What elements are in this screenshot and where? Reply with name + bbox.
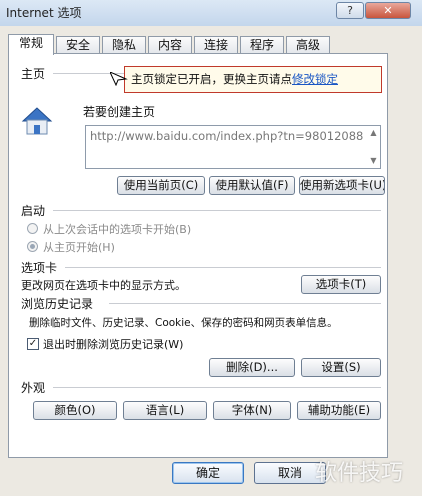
startup-last-session-label: 从上次会话中的选项卡开始(B): [43, 223, 192, 236]
title-bar: Internet 选项 ? ✕: [0, 0, 422, 26]
modify-lock-link[interactable]: 修改锁定: [292, 72, 338, 86]
history-label: 浏览历史记录: [21, 297, 94, 311]
home-url-value: http://www.baidu.com/index.php?tn=980120…: [90, 129, 364, 143]
divider: [53, 210, 381, 211]
history-settings-button[interactable]: 设置(S): [301, 358, 381, 377]
home-instruction-text: 若要创建主页: [83, 105, 156, 119]
startup-last-session-radio[interactable]: [27, 223, 38, 234]
general-tab-panel: 主页 若要创建主页 http://www.baidu.com/index.php…: [8, 53, 388, 458]
internet-options-dialog: 常规 安全 隐私 内容 连接 程序 高级 主页 若要创建主页 http://ww…: [0, 26, 422, 496]
scroll-down-icon[interactable]: ▼: [368, 156, 379, 166]
use-default-button[interactable]: 使用默认值(F): [209, 176, 295, 195]
tab-security[interactable]: 安全: [56, 36, 100, 54]
divider: [53, 387, 381, 388]
startup-label: 启动: [21, 204, 46, 218]
tabs-description: 更改网页在选项卡中的显示方式。: [21, 279, 186, 292]
divider: [65, 267, 381, 268]
tab-connections[interactable]: 连接: [194, 36, 238, 54]
watermark-text: 软件技巧: [314, 461, 403, 486]
startup-home-page-label: 从主页开始(H): [43, 241, 115, 254]
use-new-tab-button[interactable]: 使用新选项卡(U): [299, 176, 385, 195]
delete-history-button[interactable]: 删除(D)...: [209, 358, 295, 377]
close-button[interactable]: ✕: [365, 2, 411, 19]
delete-on-exit-label: 退出时删除浏览历史记录(W): [43, 338, 184, 351]
tab-general[interactable]: 常规: [8, 34, 54, 55]
tabs-section-label: 选项卡: [21, 261, 58, 275]
home-page-label: 主页: [21, 67, 46, 81]
delete-on-exit-checkbox[interactable]: ✓: [27, 338, 39, 350]
languages-button[interactable]: 语言(L): [123, 401, 207, 420]
use-current-button[interactable]: 使用当前页(C): [117, 176, 205, 195]
tab-privacy[interactable]: 隐私: [102, 36, 146, 54]
help-button[interactable]: ?: [336, 2, 364, 19]
tabs-settings-button[interactable]: 选项卡(T): [301, 275, 381, 294]
appearance-label: 外观: [21, 381, 46, 395]
tab-advanced[interactable]: 高级: [286, 36, 330, 54]
home-lock-tooltip: 主页锁定已开启，更换主页请点修改锁定: [124, 66, 382, 93]
tab-programs[interactable]: 程序: [240, 36, 284, 54]
mouse-cursor-icon: [110, 72, 128, 86]
colors-button[interactable]: 颜色(O): [33, 401, 117, 420]
home-url-textarea[interactable]: http://www.baidu.com/index.php?tn=980120…: [85, 125, 381, 169]
ok-button[interactable]: 确定: [172, 462, 244, 484]
scroll-up-icon[interactable]: ▲: [368, 128, 379, 138]
tab-content[interactable]: 内容: [148, 36, 192, 54]
house-icon: [21, 107, 53, 135]
divider: [109, 303, 381, 304]
accessibility-button[interactable]: 辅助功能(E): [297, 401, 381, 420]
fonts-button[interactable]: 字体(N): [213, 401, 291, 420]
tooltip-text: 主页锁定已开启，更换主页请点: [131, 72, 292, 86]
startup-home-page-radio[interactable]: [27, 241, 38, 252]
window-title: Internet 选项: [6, 6, 82, 20]
history-description: 删除临时文件、历史记录、Cookie、保存的密码和网页表单信息。: [29, 317, 338, 329]
